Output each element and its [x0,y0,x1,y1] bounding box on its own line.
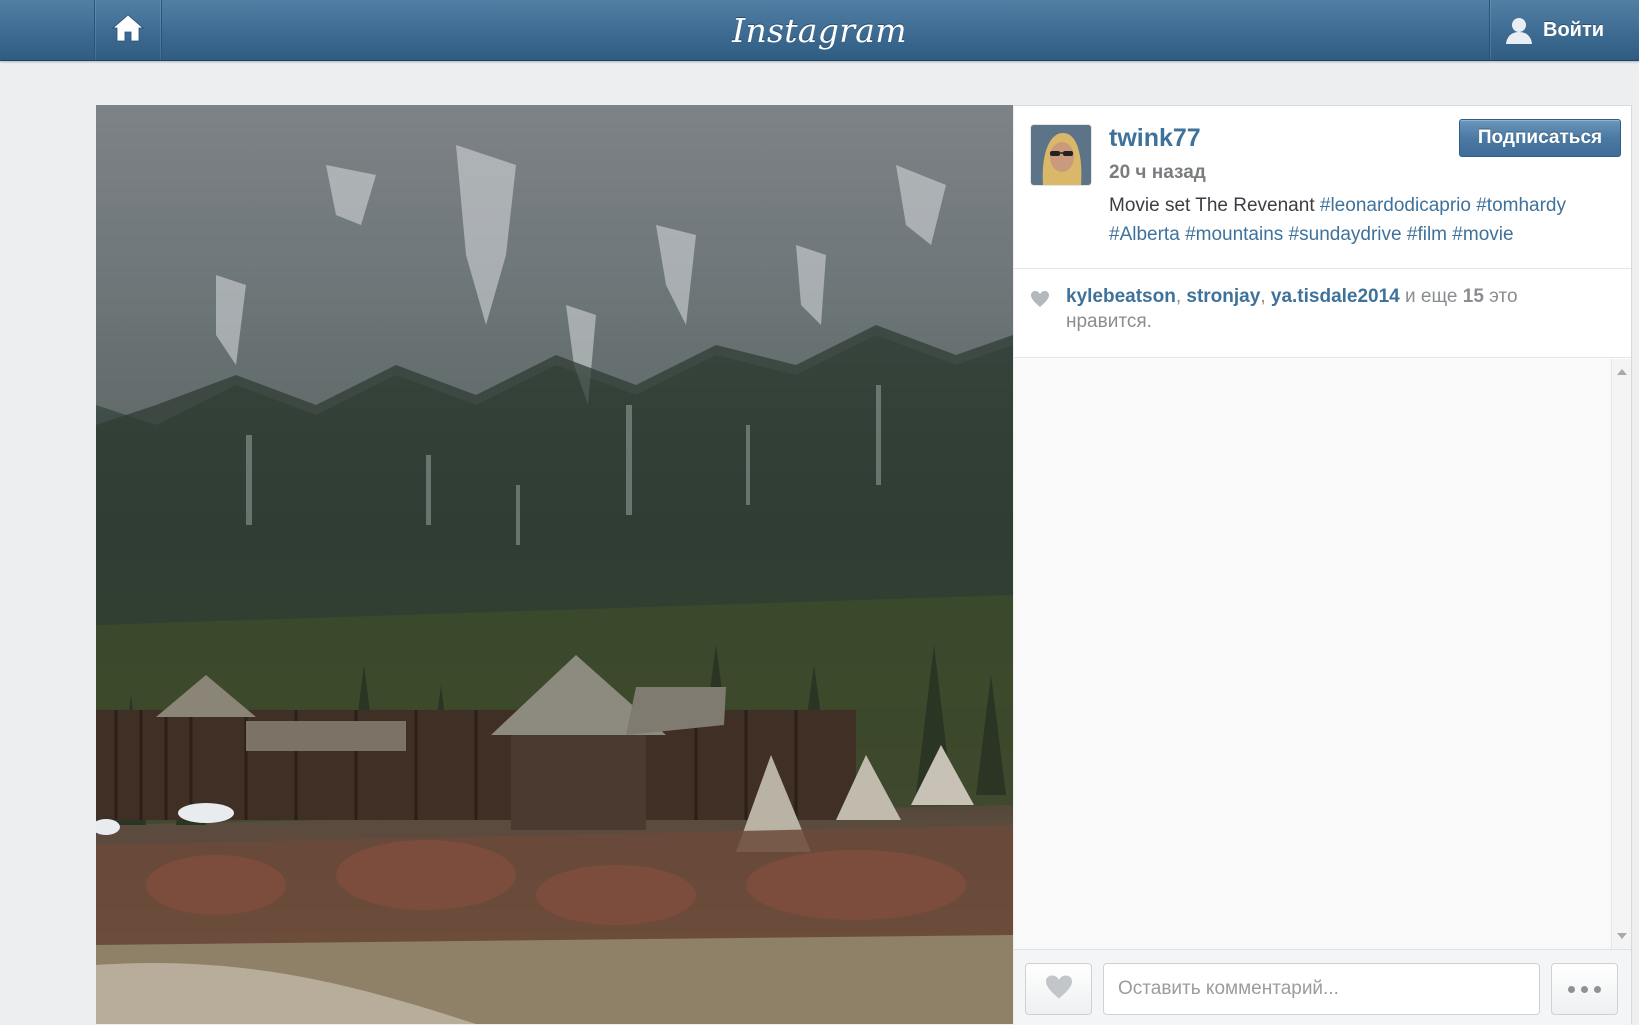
more-options-button[interactable] [1551,963,1618,1015]
likes-count[interactable]: 15 [1463,286,1484,307]
top-nav-bar: Instagram Войти [0,0,1639,61]
hashtag-link[interactable]: #movie [1452,224,1513,245]
liker-link[interactable]: ya.tisdale2014 [1271,286,1400,307]
post-caption: Movie set The Revenant #leonardodicaprio… [1109,191,1619,249]
post-timestamp: 20 ч назад [1109,162,1206,183]
scroll-down-icon[interactable] [1617,933,1627,939]
more-dots-icon [1568,985,1575,993]
avatar-image [1031,125,1091,185]
home-icon [111,12,145,49]
hashtag-link[interactable]: #mountains [1185,224,1283,245]
home-button[interactable] [94,0,162,60]
author-avatar[interactable] [1031,125,1091,185]
caption-text: Movie set The Revenant [1109,195,1315,216]
author-username[interactable]: twink77 [1109,124,1201,153]
like-button[interactable] [1025,963,1092,1015]
likes-text: kylebeatson, stronjay, ya.tisdale2014 и … [1066,286,1518,332]
hashtag-link[interactable]: #leonardodicaprio [1320,195,1471,216]
heart-icon [1030,290,1050,313]
comment-bar [1014,949,1631,1025]
liker-link[interactable]: stronjay [1186,286,1260,307]
comments-area[interactable] [1014,359,1631,949]
more-dots-icon [1581,985,1588,993]
comments-scrollbar[interactable] [1611,359,1631,949]
login-button[interactable]: Войти [1489,0,1629,60]
post-photo[interactable] [96,105,1013,1024]
login-label: Войти [1543,18,1605,41]
post-details-panel: twink77 20 ч назад Подписаться Movie set… [1014,105,1632,1025]
post-header: twink77 20 ч назад Подписаться Movie set… [1014,106,1631,269]
hashtag-link[interactable]: #sundaydrive [1289,224,1402,245]
likes-section: kylebeatson, stronjay, ya.tisdale2014 и … [1014,270,1631,358]
post-photo-image [96,105,1013,1024]
heart-icon [1044,974,1074,1005]
follow-button[interactable]: Подписаться [1459,119,1621,157]
hashtag-link[interactable]: #Alberta [1109,224,1180,245]
hashtag-link[interactable]: #tomhardy [1476,195,1566,216]
more-dots-icon [1594,985,1601,993]
scroll-up-icon[interactable] [1617,369,1627,375]
user-icon [1504,15,1534,45]
liker-link[interactable]: kylebeatson [1066,286,1176,307]
comment-input[interactable] [1103,963,1540,1015]
instagram-logo: Instagram [732,10,907,50]
hashtag-link[interactable]: #film [1407,224,1447,245]
